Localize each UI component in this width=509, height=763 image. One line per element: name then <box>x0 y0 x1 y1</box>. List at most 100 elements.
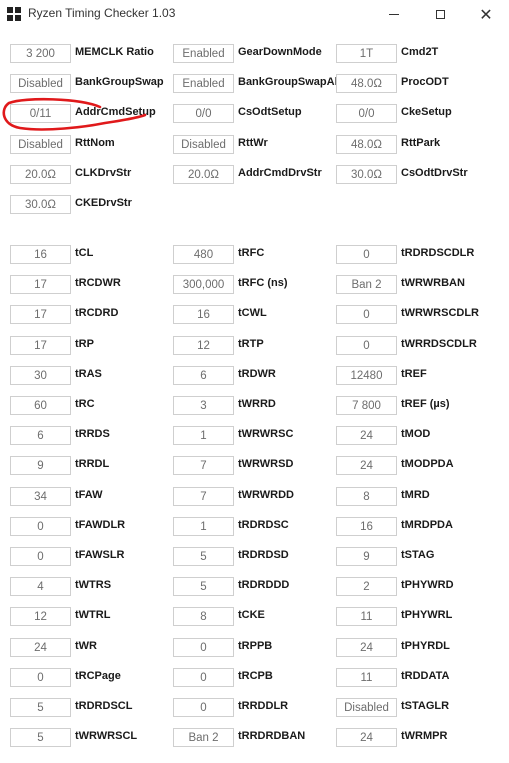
value-box[interactable]: Ban 2 <box>336 275 397 294</box>
field-label: tMODPDA <box>401 458 454 470</box>
value-box[interactable]: 0 <box>10 547 71 566</box>
field-label: tRDRDSC <box>238 519 289 531</box>
value-box[interactable]: 48.0Ω <box>336 135 397 154</box>
value-box[interactable]: 60 <box>10 396 71 415</box>
close-icon: ✕ <box>479 4 493 24</box>
field-label: tSTAG <box>401 549 435 561</box>
value-box[interactable]: 3 <box>173 396 234 415</box>
field-label: GearDownMode <box>238 46 322 58</box>
value-box[interactable]: 12480 <box>336 366 397 385</box>
value-box[interactable]: 24 <box>10 638 71 657</box>
field-label: AddrCmdDrvStr <box>238 167 322 179</box>
value-box[interactable]: 34 <box>10 487 71 506</box>
value-box[interactable]: 9 <box>10 456 71 475</box>
value-box[interactable]: 0 <box>336 305 397 324</box>
field-label: tRDDATA <box>401 670 450 682</box>
close-button[interactable]: ✕ <box>463 0 509 28</box>
value-box[interactable]: 300,000 <box>173 275 234 294</box>
value-box[interactable]: 0 <box>173 668 234 687</box>
field-label: tRDWR <box>238 368 276 380</box>
value-box[interactable]: 12 <box>173 336 234 355</box>
field-label: tWR <box>75 640 97 652</box>
field-label: RttNom <box>75 137 115 149</box>
value-box[interactable]: 12 <box>10 607 71 626</box>
value-box[interactable]: Enabled <box>173 74 234 93</box>
value-box[interactable]: 16 <box>10 245 71 264</box>
field-label: tRC <box>75 398 95 410</box>
field-label: tRDRDSCDLR <box>401 247 475 259</box>
value-box[interactable]: 5 <box>10 728 71 747</box>
value-box[interactable]: 20.0Ω <box>173 165 234 184</box>
value-box[interactable]: 30 <box>10 366 71 385</box>
field-label: tMRD <box>401 489 430 501</box>
value-box[interactable]: Disabled <box>336 698 397 717</box>
field-label: tWRRDSCDLR <box>401 338 477 350</box>
field-label: CKEDrvStr <box>75 197 132 209</box>
field-label: tREF (µs) <box>401 398 450 410</box>
field-label: CsOdtDrvStr <box>401 167 468 179</box>
field-label: tRDRDDD <box>238 579 290 591</box>
value-box[interactable]: 0/0 <box>336 104 397 123</box>
value-box[interactable]: 1T <box>336 44 397 63</box>
field-label: CkeSetup <box>401 106 452 118</box>
value-box[interactable]: 30.0Ω <box>336 165 397 184</box>
field-label: tMRDPDA <box>401 519 453 531</box>
value-box[interactable]: Disabled <box>10 74 71 93</box>
maximize-button[interactable] <box>417 0 463 28</box>
value-box[interactable]: 11 <box>336 668 397 687</box>
value-box[interactable]: 48.0Ω <box>336 74 397 93</box>
value-box[interactable]: Disabled <box>173 135 234 154</box>
value-box[interactable]: 7 <box>173 487 234 506</box>
value-box[interactable]: 11 <box>336 607 397 626</box>
value-box[interactable]: Disabled <box>10 135 71 154</box>
minimize-button[interactable] <box>371 0 417 28</box>
field-label: tPHYRDL <box>401 640 450 652</box>
value-box[interactable]: 1 <box>173 517 234 536</box>
value-box[interactable]: 3 200 <box>10 44 71 63</box>
minimize-icon <box>389 13 399 15</box>
value-box[interactable]: 17 <box>10 275 71 294</box>
value-box[interactable]: 8 <box>173 607 234 626</box>
value-box[interactable]: 5 <box>10 698 71 717</box>
value-box[interactable]: 4 <box>10 577 71 596</box>
value-box[interactable]: 17 <box>10 336 71 355</box>
value-box[interactable]: 8 <box>336 487 397 506</box>
value-box[interactable]: 480 <box>173 245 234 264</box>
value-box[interactable]: 24 <box>336 456 397 475</box>
value-box[interactable]: 6 <box>10 426 71 445</box>
value-box[interactable]: 7 800 <box>336 396 397 415</box>
value-box[interactable]: 24 <box>336 728 397 747</box>
value-box[interactable]: 7 <box>173 456 234 475</box>
value-box[interactable]: 2 <box>336 577 397 596</box>
value-box[interactable]: 24 <box>336 638 397 657</box>
value-box[interactable]: 0 <box>336 336 397 355</box>
field-label: tSTAGLR <box>401 700 450 712</box>
value-box[interactable]: 0 <box>10 517 71 536</box>
field-label: tRP <box>75 338 94 350</box>
field-label: tPHYWRD <box>401 579 454 591</box>
value-box[interactable]: 24 <box>336 426 397 445</box>
value-box[interactable]: 0 <box>173 638 234 657</box>
value-box[interactable]: 6 <box>173 366 234 385</box>
value-box[interactable]: 16 <box>173 305 234 324</box>
value-box[interactable]: 17 <box>10 305 71 324</box>
value-box[interactable]: 1 <box>173 426 234 445</box>
value-box[interactable]: Ban 2 <box>173 728 234 747</box>
field-label: tREF <box>401 368 427 380</box>
value-box[interactable]: 0 <box>173 698 234 717</box>
value-box[interactable]: 0 <box>10 668 71 687</box>
value-box[interactable]: 9 <box>336 547 397 566</box>
value-box[interactable]: 0/0 <box>173 104 234 123</box>
value-box[interactable]: 20.0Ω <box>10 165 71 184</box>
field-label: tRCPage <box>75 670 121 682</box>
value-box[interactable]: 30.0Ω <box>10 195 71 214</box>
field-label: tRAS <box>75 368 102 380</box>
value-box[interactable]: Enabled <box>173 44 234 63</box>
field-label: tWRRD <box>238 398 276 410</box>
value-box[interactable]: 16 <box>336 517 397 536</box>
value-box[interactable]: 0 <box>336 245 397 264</box>
field-label: tWRWRBAN <box>401 277 465 289</box>
value-box[interactable]: 5 <box>173 547 234 566</box>
field-label: tWRWRSD <box>238 458 294 470</box>
value-box[interactable]: 5 <box>173 577 234 596</box>
